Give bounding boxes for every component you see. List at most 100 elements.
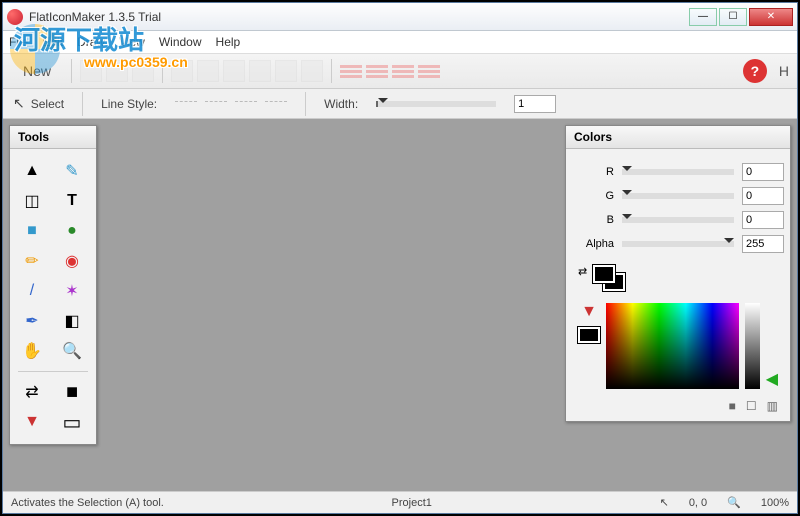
align-right-icon[interactable]	[223, 60, 245, 82]
cursor-coords: 0, 0	[689, 497, 707, 509]
menu-window[interactable]: Window	[159, 35, 202, 49]
stroke-swatch[interactable]: ▭	[58, 410, 86, 434]
magic-wand-tool[interactable]: ✶	[58, 279, 86, 303]
lum-marker-icon[interactable]: ◀	[766, 369, 778, 389]
fgbg-swatches[interactable]	[593, 265, 629, 295]
cursor-coords-icon: ↖	[660, 496, 669, 509]
linestyle-options[interactable]	[175, 101, 287, 107]
swatch-area: ⇄	[566, 261, 790, 303]
colors-panel-title: Colors	[566, 126, 790, 149]
swap-fgbg-icon[interactable]: ⇄	[578, 265, 587, 278]
eraser-tool[interactable]: ◧	[58, 309, 86, 333]
maximize-button[interactable]: ☐	[719, 8, 747, 26]
selection-tool[interactable]: ▲	[18, 159, 46, 183]
foreground-color-swatch[interactable]	[593, 265, 615, 283]
tools-panel: Tools ▲ ✎ ◫ T ■ ● ✏ ◉ / ✶ ✒ ◧ ✋ 🔍 ⇄ ■ ▼	[9, 125, 97, 445]
g-label: G	[578, 190, 614, 202]
minimize-button[interactable]: —	[689, 8, 717, 26]
main-toolbar: New ? H	[3, 53, 797, 89]
alpha-slider[interactable]	[622, 241, 734, 247]
layer-ops-group	[80, 60, 154, 82]
stroke-color-swatch[interactable]	[578, 327, 600, 343]
r-input[interactable]	[742, 163, 784, 181]
linestyle-solid[interactable]	[175, 101, 197, 107]
toolbar-separator	[82, 92, 83, 116]
cursor-icon: ↖	[13, 95, 25, 112]
swap-colors-icon[interactable]: ⇄	[18, 380, 46, 404]
add-swatch-icon[interactable]: ☐	[746, 399, 757, 413]
backward-icon[interactable]	[418, 65, 440, 78]
select-indicator: ↖ Select	[13, 95, 64, 112]
alpha-label: Alpha	[578, 238, 614, 250]
select-label: Select	[31, 97, 64, 111]
forward-icon[interactable]	[392, 65, 414, 78]
linestyle-label: Line Style:	[101, 97, 157, 111]
luminance-bar[interactable]	[745, 303, 759, 389]
menu-file[interactable]: File	[9, 35, 28, 49]
foreground-swatch[interactable]: ■	[58, 380, 86, 404]
rgb-controls: R G B Alpha	[566, 149, 790, 261]
toolbar-separator	[331, 59, 332, 83]
linestyle-dot[interactable]	[235, 101, 257, 107]
window-controls: — ☐ ✕	[689, 8, 793, 26]
alpha-input[interactable]	[742, 235, 784, 253]
width-slider[interactable]	[376, 101, 496, 107]
b-input[interactable]	[742, 211, 784, 229]
crop-tool[interactable]: ◫	[18, 189, 46, 213]
palette-icon[interactable]: ▥	[767, 399, 778, 413]
width-input[interactable]	[514, 95, 556, 113]
zoom-tool[interactable]: 🔍	[58, 339, 86, 363]
color-picker-tool[interactable]: ✎	[58, 159, 86, 183]
tool-grid: ▲ ✎ ◫ T ■ ● ✏ ◉ / ✶ ✒ ◧ ✋ 🔍 ⇄ ■ ▼ ▭	[10, 149, 96, 444]
r-slider[interactable]	[622, 169, 734, 175]
align-top-icon[interactable]	[249, 60, 271, 82]
canvas-area[interactable]: Tools ▲ ✎ ◫ T ■ ● ✏ ◉ / ✶ ✒ ◧ ✋ 🔍 ⇄ ■ ▼	[3, 119, 797, 491]
align-bottom-icon[interactable]	[301, 60, 323, 82]
menu-draw[interactable]: Draw	[77, 35, 105, 49]
g-slider[interactable]	[622, 193, 734, 199]
marquee-tool[interactable]: ◉	[58, 249, 86, 273]
r-label: R	[578, 166, 614, 178]
help-label: H	[779, 63, 789, 79]
pencil-tool[interactable]: ✏	[18, 249, 46, 273]
align-group	[171, 60, 323, 82]
ellipse-tool[interactable]: ●	[58, 219, 86, 243]
arrange-group	[340, 65, 440, 78]
tool-separator	[18, 371, 88, 372]
align-center-icon[interactable]	[197, 60, 219, 82]
menubar: File Edit Draw View Window Help	[3, 31, 797, 53]
color-spectrum[interactable]	[606, 303, 739, 389]
rectangle-tool[interactable]: ■	[18, 219, 46, 243]
close-button[interactable]: ✕	[749, 8, 793, 26]
statusbar: Activates the Selection (A) tool. Projec…	[3, 491, 797, 513]
linestyle-dashdot[interactable]	[265, 101, 287, 107]
pen-tool[interactable]: ✒	[18, 309, 46, 333]
linestyle-dash[interactable]	[205, 101, 227, 107]
dup-icon[interactable]	[132, 60, 154, 82]
align-middle-icon[interactable]	[275, 60, 297, 82]
brush-tool[interactable]: /	[18, 279, 46, 303]
picker-actions: ■ ☐ ▥	[566, 397, 790, 421]
menu-help[interactable]: Help	[216, 35, 241, 49]
b-slider[interactable]	[622, 217, 734, 223]
text-tool[interactable]: T	[58, 189, 86, 213]
toolbar-separator	[162, 59, 163, 83]
bring-front-icon[interactable]	[340, 65, 362, 78]
tools-panel-title: Tools	[10, 126, 96, 149]
app-window: FlatIconMaker 1.3.5 Trial — ☐ ✕ File Edi…	[2, 2, 798, 514]
options-toolbar: ↖ Select Line Style: Width:	[3, 89, 797, 119]
toolbar-separator	[305, 92, 306, 116]
menu-view[interactable]: View	[119, 35, 145, 49]
align-left-icon[interactable]	[171, 60, 193, 82]
width-label: Width:	[324, 97, 358, 111]
copy-icon[interactable]	[80, 60, 102, 82]
gradient-icon[interactable]: ▼	[18, 410, 46, 434]
help-button[interactable]: ?	[743, 59, 767, 83]
g-input[interactable]	[742, 187, 784, 205]
send-back-icon[interactable]	[366, 65, 388, 78]
gradient-toggle-icon[interactable]: ▼	[581, 303, 597, 321]
paste-icon[interactable]	[106, 60, 128, 82]
menu-edit[interactable]: Edit	[42, 35, 63, 49]
hand-tool[interactable]: ✋	[18, 339, 46, 363]
new-button[interactable]: New	[11, 59, 63, 83]
